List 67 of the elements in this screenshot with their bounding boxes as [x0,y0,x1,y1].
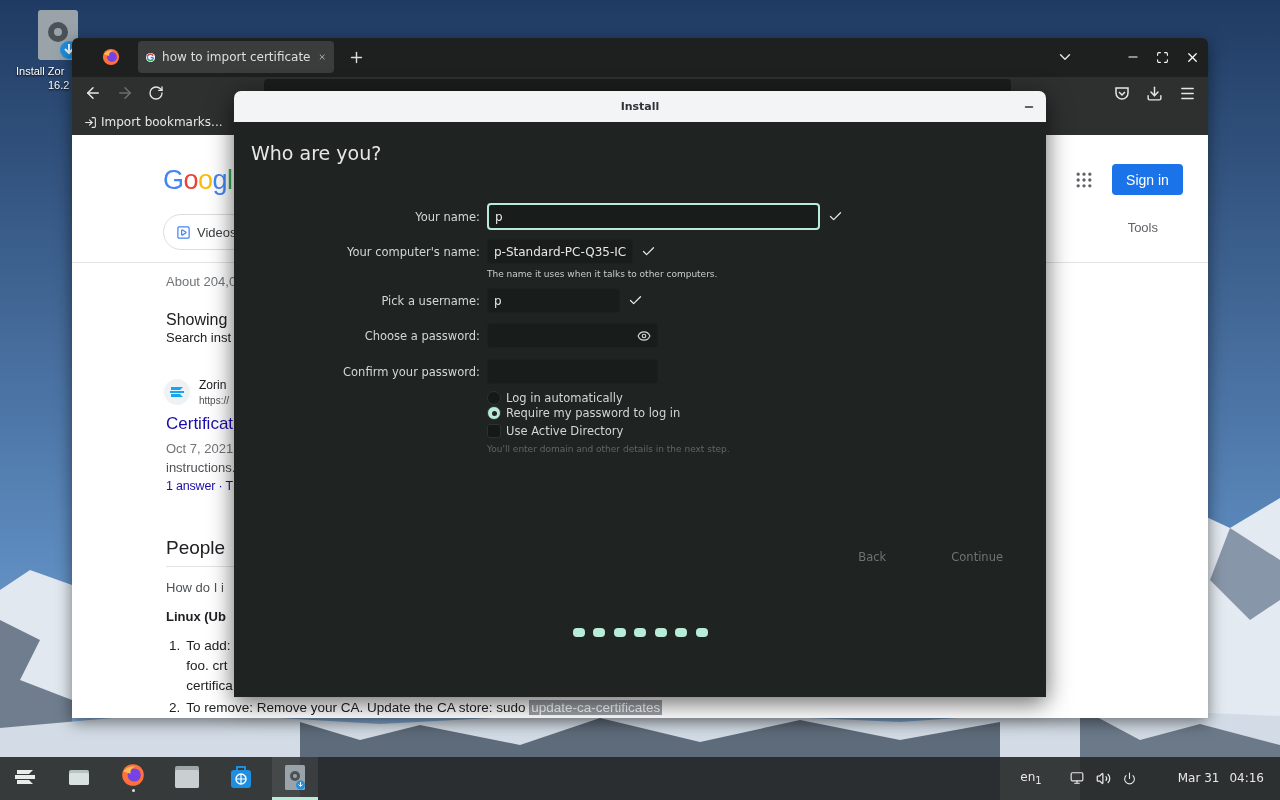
browser-tab[interactable]: how to import certificate [138,41,334,74]
text-field[interactable]: p [487,203,820,230]
maximize-icon[interactable] [1156,50,1169,64]
field-label: Pick a username: [380,293,480,308]
bookmark-link[interactable]: Import bookmarks... [84,115,223,130]
step-text: To remove: Remove your CA. Update the CA store: sudo update-ca-certificates [186,699,663,717]
answers-link[interactable]: 1 answer · T [166,477,233,496]
taskbar-app[interactable] [272,757,318,800]
installer-drive-icon[interactable] [38,10,78,60]
result-snippet: instructions. [166,459,236,477]
site-name: Zorin [199,377,228,394]
screen-icon[interactable] [1069,771,1084,786]
option-label: Log in automatically [506,391,623,405]
firefox-icon [102,48,120,67]
text-field[interactable]: p-Standard-PC-Q35-IC [487,239,633,264]
folder-icon [174,765,200,789]
step-text: foo. crt [186,657,229,675]
desktop-icon-label: Install Zor [16,64,66,78]
field-label: Confirm your password: [342,364,480,379]
video-icon [176,224,191,240]
step-text: To add: [186,637,232,655]
option-label: Require my password to log in [506,406,681,420]
files-icon [68,768,90,786]
field-hint: The name it uses when it talks to other computers. [487,269,719,279]
section-heading: People [166,536,226,560]
option-hint: You'll enter domain and other details in the next step. [487,444,731,454]
search-instead-text: Search inst [166,330,232,346]
radio-button[interactable] [487,406,501,420]
date-text: Mar 31 [1177,771,1220,786]
page-heading: Who are you? [251,141,383,165]
firefox-icon [121,762,145,787]
step-number: 1. [169,637,181,655]
field-label: Your name: [414,209,480,224]
site-favicon [164,379,190,405]
pocket-icon[interactable] [1114,85,1130,102]
question-text: How do I i [166,579,224,597]
import-icon [84,115,97,129]
text-field[interactable]: p [487,288,620,313]
radio-button[interactable] [487,391,501,405]
installer-icon[interactable] [285,764,305,790]
store-icon [229,765,253,789]
power-icon[interactable] [1122,772,1136,785]
step-text: certifica [186,677,233,695]
field-label: Your computer's name: [346,244,480,259]
checkbox[interactable] [487,424,501,438]
selected-text: update-ca-certificates [529,700,663,715]
tools-link[interactable]: Tools [1127,220,1158,235]
option-label: Use Active Directory [506,424,624,438]
show-password-icon[interactable] [637,328,651,343]
zorin-logo-icon [13,767,37,787]
step-number: 2. [169,699,181,717]
google-logo: Googl [163,166,234,194]
dialog-title: Install [620,100,660,113]
showing-text: Showing [166,310,228,330]
desktop-icon-label: 16.2 [48,78,71,92]
reload-icon[interactable] [148,85,164,102]
time-text: 04:16 [1229,771,1264,786]
answer-heading: Linux (Ub [166,608,226,626]
keyboard-layout[interactable]: en$_{1}$ [1020,770,1042,787]
volume-icon[interactable] [1095,771,1111,786]
site-url: https:// [199,394,229,407]
result-date: Oct 7, 2021 [166,440,234,458]
field-label: Choose a password: [363,328,480,343]
password-field[interactable] [487,323,658,348]
download-icon[interactable] [1146,84,1163,102]
result-title-link[interactable]: Certificat [166,412,234,436]
sign-in-button[interactable]: Sign in [1112,164,1183,195]
